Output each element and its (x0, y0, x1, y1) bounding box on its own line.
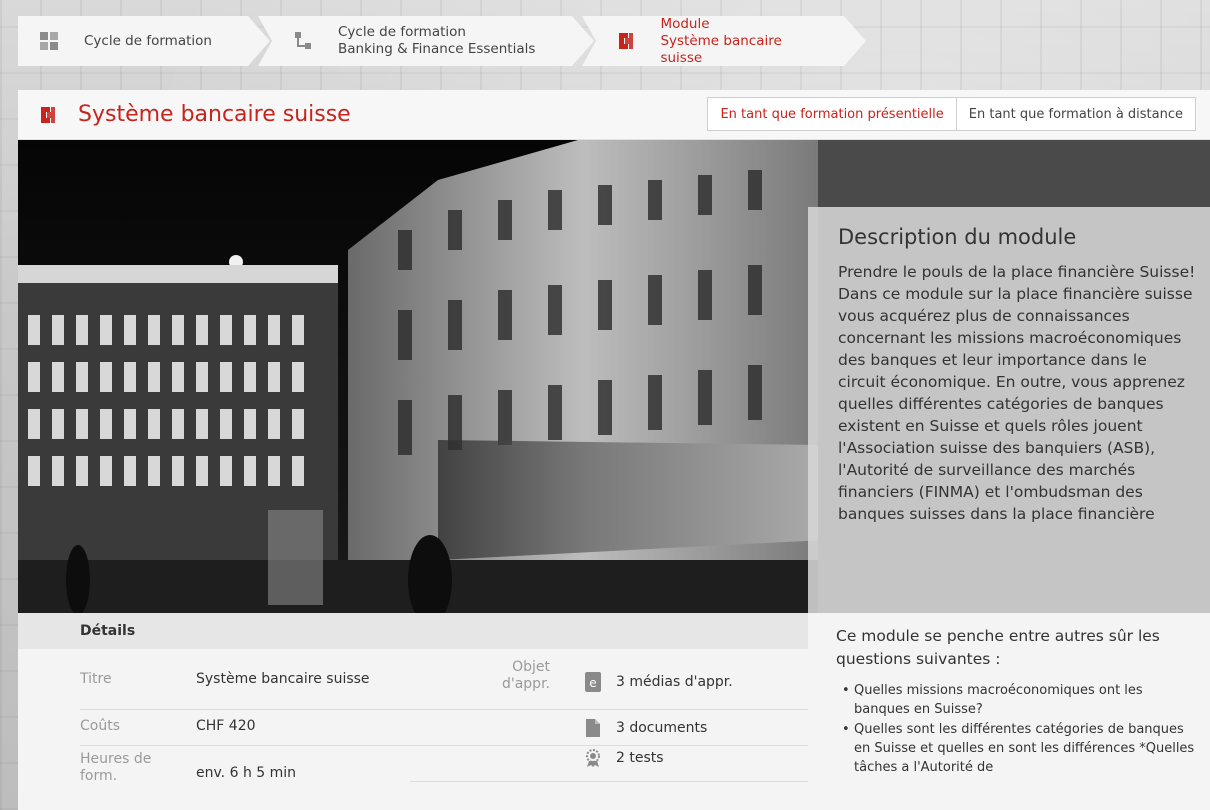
cost-value: CHF 420 (196, 718, 256, 734)
hierarchy-icon (292, 30, 314, 52)
divider (80, 745, 410, 746)
toggle-distance-button[interactable]: En tant que formation à distance (956, 97, 1196, 131)
title-label: Titre (80, 671, 112, 687)
module-description: Description du module Prendre le pouls d… (808, 207, 1210, 613)
tests-count: 2 tests (616, 750, 664, 766)
breadcrumb: Cycle de formation Cycle de formation Ba… (18, 15, 866, 66)
questions-intro: Ce module se penche entre autres sûr les… (836, 627, 1160, 668)
document-icon (584, 717, 602, 739)
page-title: Système bancaire suisse (78, 102, 351, 127)
grid-icon (38, 30, 60, 52)
module-header: Système bancaire suisse En tant que form… (18, 90, 1210, 140)
object-label: Objet d'appr. (501, 659, 550, 692)
breadcrumb-sublabel: Banking & Finance Essentials (338, 41, 536, 57)
module-icon (616, 30, 636, 52)
hours-value: env. 6 h 5 min (196, 765, 297, 781)
e-learning-icon: e (584, 671, 602, 693)
title-value: Système bancaire suisse (196, 671, 370, 687)
svg-text:e: e (589, 676, 596, 690)
breadcrumb-item-cycle-banking[interactable]: Cycle de formation Banking & Finance Ess… (258, 16, 594, 66)
description-heading: Description du module (838, 225, 1077, 249)
cost-label: Coûts (80, 718, 120, 734)
list-item: Quelles missions macroéconomiques ont le… (836, 681, 1196, 719)
breadcrumb-item-cycle[interactable]: Cycle de formation (18, 16, 270, 66)
module-icon (38, 105, 58, 125)
questions-list: Quelles missions macroéconomiques ont le… (836, 681, 1196, 777)
format-toggle: En tant que formation présentielle En ta… (707, 97, 1196, 131)
details-panel: Détails Titre Système bancaire suisse Co… (18, 613, 808, 810)
list-item: Quelles sont les différentes catégories … (836, 720, 1196, 777)
details-heading: Détails (18, 613, 808, 649)
toggle-present-button[interactable]: En tant que formation présentielle (707, 97, 957, 131)
test-icon (584, 747, 602, 769)
hours-label: Heures de form. (80, 751, 152, 784)
divider (410, 745, 808, 746)
media-count: 3 médias d'appr. (616, 674, 733, 690)
module-questions: Ce module se penche entre autres sûr les… (808, 613, 1210, 810)
breadcrumb-sublabel: Système bancaire suisse (660, 32, 782, 66)
breadcrumb-item-module[interactable]: Module Système bancaire suisse (582, 15, 866, 66)
divider (410, 709, 808, 710)
breadcrumb-label: Cycle de formation (84, 32, 212, 49)
documents-count: 3 documents (616, 720, 708, 736)
breadcrumb-label: Module (660, 15, 710, 32)
divider (80, 709, 410, 710)
breadcrumb-label: Cycle de formation (338, 24, 466, 40)
divider (410, 781, 808, 782)
description-body: Prendre le pouls de la place financière … (838, 263, 1196, 523)
